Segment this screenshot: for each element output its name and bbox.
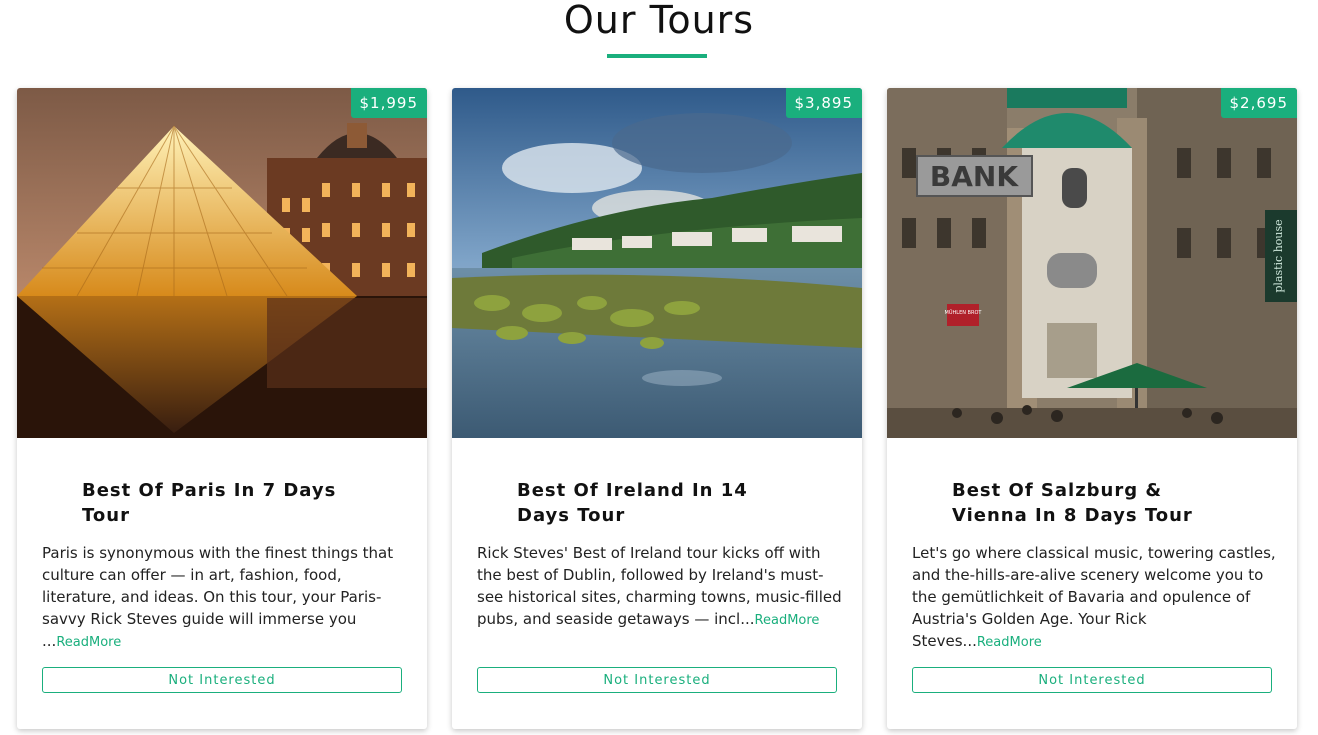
title-underline xyxy=(607,54,707,58)
price-badge: $2,695 xyxy=(1220,88,1297,118)
price-badge: $1,995 xyxy=(350,88,427,118)
not-interested-button[interactable]: Not Interested xyxy=(912,667,1272,693)
not-interested-button[interactable]: Not Interested xyxy=(42,667,402,693)
description-text: Let's go where classical music, towering… xyxy=(912,544,1276,650)
tour-image xyxy=(452,88,862,438)
tour-card: BANK MÜHLEN BROT plastic house $2,695 Be… xyxy=(887,88,1297,729)
muhlen-brot-sign-text: MÜHLEN BROT xyxy=(945,309,983,316)
tour-card: $1,995 Best Of Paris In 7 Days Tour Pari… xyxy=(17,88,427,729)
tour-title: Best Of Paris In 7 Days Tour xyxy=(82,480,337,526)
tour-image xyxy=(17,88,427,438)
tour-title: Best Of Ireland In 14 Days Tour xyxy=(517,480,748,526)
tour-card: $3,895 Best Of Ireland In 14 Days Tour R… xyxy=(452,88,862,729)
tour-description: Rick Steves' Best of Ireland tour kicks … xyxy=(477,542,842,632)
price-badge: $3,895 xyxy=(785,88,862,118)
plastic-house-sign-text: plastic house xyxy=(1272,219,1285,292)
not-interested-button[interactable]: Not Interested xyxy=(477,667,837,693)
read-more-link[interactable]: ReadMore xyxy=(755,613,820,628)
read-more-link[interactable]: ReadMore xyxy=(56,635,121,650)
read-more-link[interactable]: ReadMore xyxy=(977,635,1042,650)
bank-sign-text: BANK xyxy=(930,160,1019,193)
tour-image: BANK MÜHLEN BROT plastic house xyxy=(887,88,1297,438)
tour-description: Paris is synonymous with the finest thin… xyxy=(42,542,407,654)
tour-title: Best Of Salzburg & Vienna In 8 Days Tour xyxy=(952,480,1193,526)
tour-description: Let's go where classical music, towering… xyxy=(912,542,1277,654)
page-title: Our Tours xyxy=(563,0,755,42)
